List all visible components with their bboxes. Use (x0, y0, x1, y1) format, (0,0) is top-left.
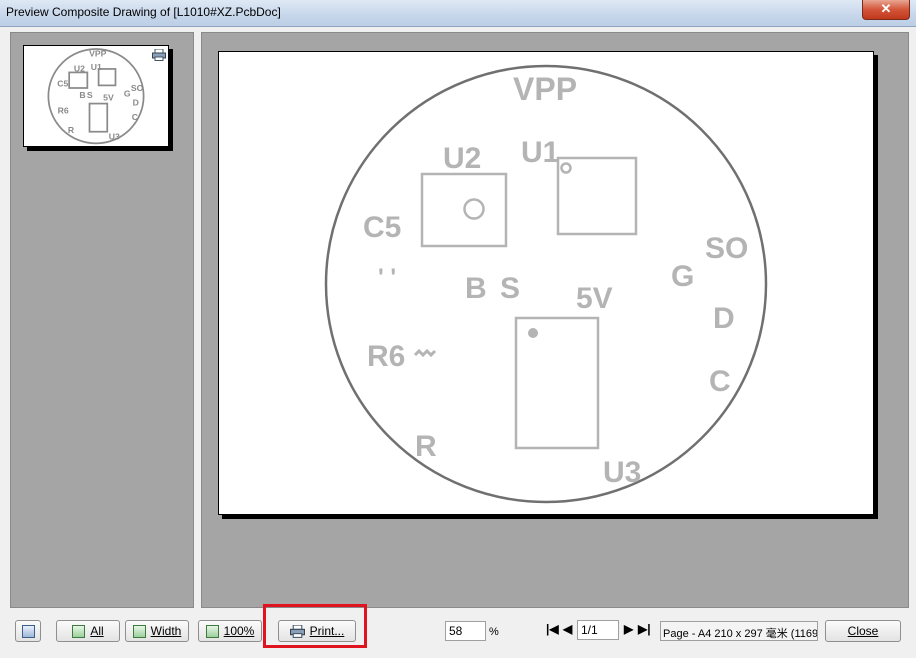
thumbnails-toggle-button[interactable] (15, 620, 41, 642)
thumb-label-r6: R6 (58, 106, 69, 116)
label-g: G (671, 260, 694, 293)
next-page-button[interactable]: ▶ (624, 622, 633, 636)
fit-all-icon (72, 624, 86, 638)
close-icon: ✕ (880, 1, 892, 16)
u3-footprint (514, 316, 600, 450)
thumb-label-r: R (68, 125, 75, 135)
label-so: SO (705, 232, 748, 265)
preview-window: Preview Composite Drawing of [L1010#XZ.P… (0, 0, 916, 658)
bottom-toolbar: All Width 100% Print... 58 % |◀ ◀ 1/1 ▶ … (0, 612, 916, 658)
label-c5: C5 (363, 211, 401, 244)
print-label: Print... (309, 624, 345, 638)
actual-size-icon (205, 624, 219, 638)
printer-icon (152, 49, 166, 61)
label-u1: U1 (521, 136, 559, 169)
label-5v: 5V (576, 282, 613, 315)
thumb-label-u1: U1 (91, 62, 102, 72)
r6-mark (413, 348, 437, 358)
close-button[interactable]: Close (825, 620, 901, 642)
label-u3: U3 (603, 456, 641, 489)
printer-icon (289, 624, 305, 638)
label-s: S (500, 272, 520, 305)
page-size-status: Page - A4 210 x 297 毫米 (1169 (660, 621, 818, 641)
thumb-label-vpp: VPP (89, 48, 107, 58)
first-page-button[interactable]: |◀ (546, 622, 559, 636)
thumbnail-drawing: VPP U2 U1 C5 SO G B S 5V D R6 C R U3 (47, 48, 145, 145)
close-label: Close (847, 624, 879, 638)
zoom-100-label: 100% (223, 624, 255, 638)
title-bar[interactable]: Preview Composite Drawing of [L1010#XZ.P… (0, 0, 916, 27)
label-u2: U2 (443, 142, 481, 175)
u3-pin1 (528, 328, 538, 338)
zoom-unit: % (489, 626, 499, 638)
thumb-label-5v: 5V (103, 93, 114, 103)
thumb-label-d: D (133, 98, 139, 108)
thumb-label-c5: C5 (57, 78, 68, 88)
preview-page: VPP U2 U1 C5 ' ' SO G B S 5V D R6 C R U3 (218, 51, 874, 515)
zoom-all-button[interactable]: All (56, 620, 120, 642)
zoom-input[interactable]: 58 (445, 621, 486, 641)
pane-splitter[interactable] (195, 32, 199, 608)
u1-pin1 (560, 162, 572, 174)
page-number-input[interactable]: 1/1 (577, 620, 619, 640)
zoom-width-label: Width (150, 624, 182, 638)
thumbnail-pane[interactable]: VPP U2 U1 C5 SO G B S 5V D R6 C R U3 (10, 32, 194, 608)
label-c: C (709, 365, 731, 398)
label-b: B (465, 272, 487, 305)
window-close-button[interactable]: ✕ (862, 0, 910, 20)
label-r6: R6 (367, 340, 405, 373)
prev-page-button[interactable]: ◀ (563, 622, 572, 636)
label-c5-mark: ' ' (378, 264, 396, 291)
zoom-100-button[interactable]: 100% (198, 620, 262, 642)
window-title: Preview Composite Drawing of [L1010#XZ.P… (6, 5, 281, 19)
thumb-label-u2: U2 (74, 64, 85, 74)
fit-width-icon (132, 624, 146, 638)
pcb-drawing: VPP U2 U1 C5 ' ' SO G B S 5V D R6 C R U3 (324, 64, 768, 504)
label-d: D (713, 302, 735, 335)
thumb-label-g: G (124, 89, 131, 99)
page-thumbnail[interactable]: VPP U2 U1 C5 SO G B S 5V D R6 C R U3 (23, 45, 169, 147)
thumb-label-c: C (132, 112, 138, 122)
thumb-label-u3: U3 (109, 132, 120, 142)
thumb-label-so: SO (131, 83, 144, 93)
zoom-all-label: All (90, 624, 104, 638)
client-area: VPP U2 U1 C5 SO G B S 5V D R6 C R U3 VPP… (7, 28, 909, 610)
u2-pad (463, 198, 485, 220)
preview-pane[interactable]: VPP U2 U1 C5 ' ' SO G B S 5V D R6 C R U3 (201, 32, 909, 608)
label-vpp: VPP (513, 71, 577, 107)
label-r: R (415, 430, 437, 463)
thumb-label-s: S (87, 90, 93, 100)
thumb-label-b: B (79, 90, 85, 100)
zoom-width-button[interactable]: Width (125, 620, 189, 642)
print-button[interactable]: Print... (278, 620, 356, 642)
last-page-button[interactable]: ▶| (638, 622, 651, 636)
page-view-icon (21, 624, 35, 638)
